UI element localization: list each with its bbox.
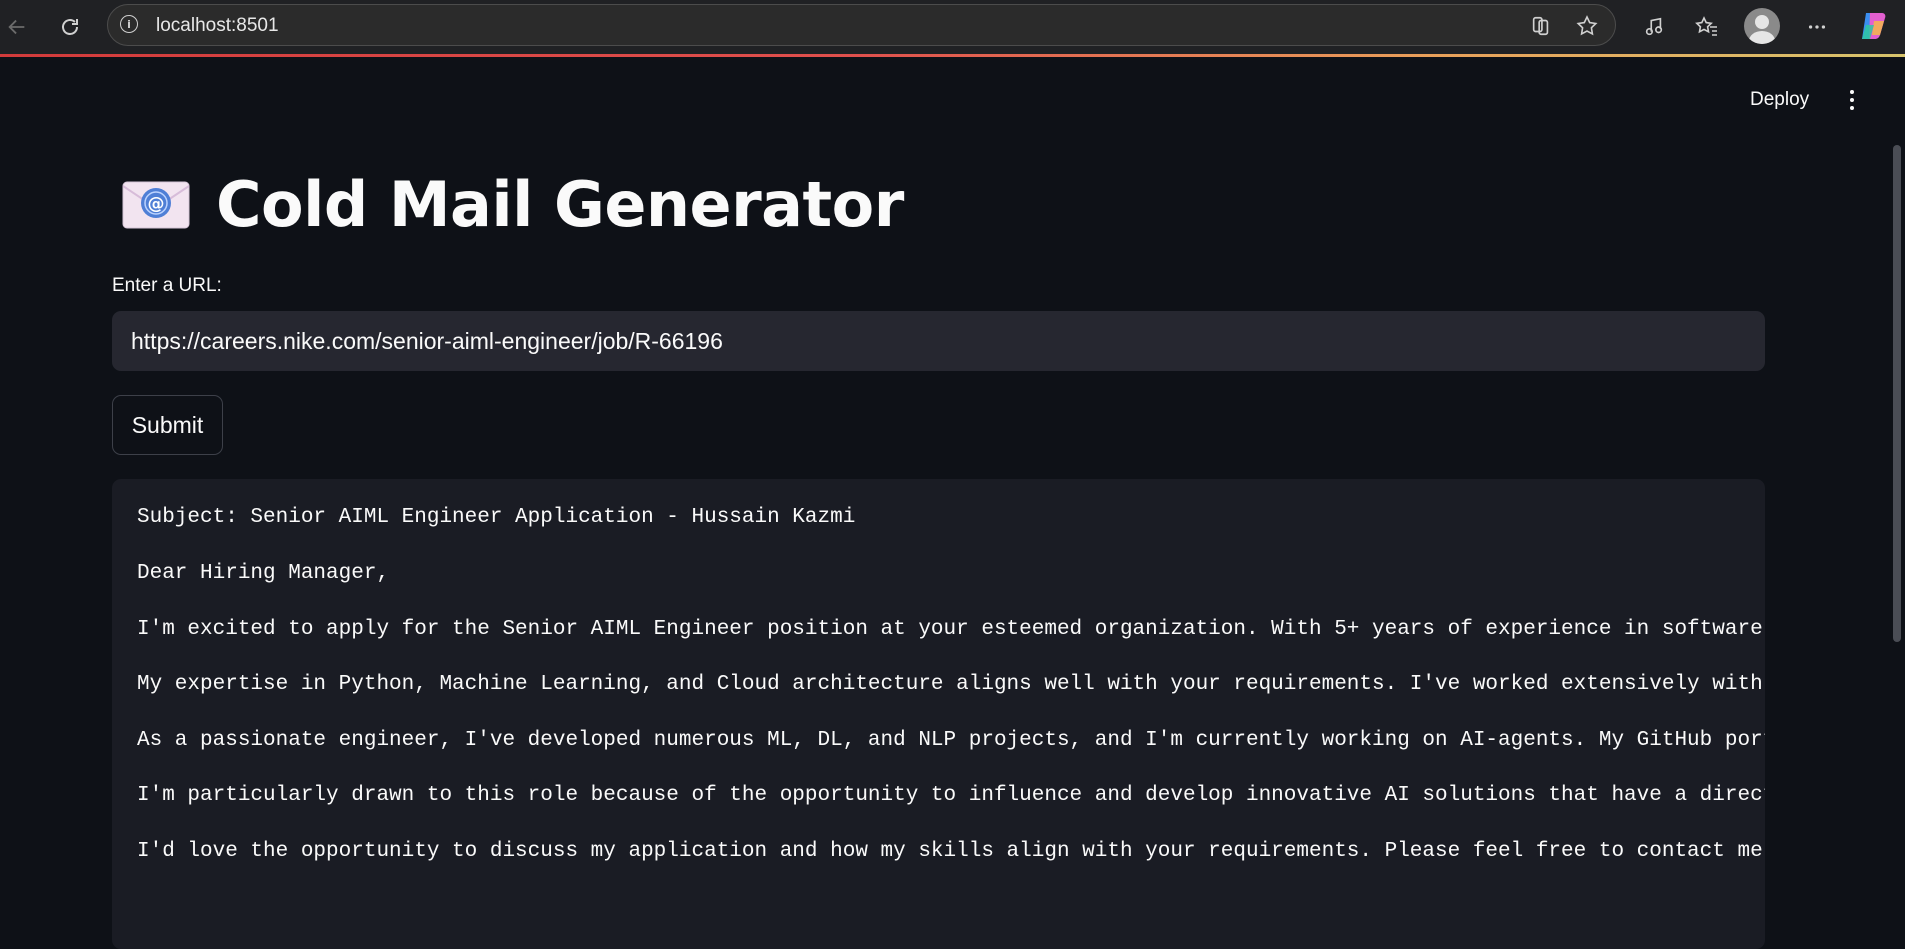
site-info-icon[interactable]: i: [120, 15, 138, 33]
more-options-icon[interactable]: [1800, 10, 1834, 44]
scrollbar-thumb[interactable]: [1893, 145, 1901, 642]
address-url[interactable]: localhost:8501: [156, 15, 279, 37]
profile-avatar-icon[interactable]: [1744, 8, 1780, 44]
deploy-button[interactable]: Deploy: [1740, 84, 1819, 116]
favorites-icon[interactable]: [1690, 10, 1724, 44]
generated-email-codeblock: Subject: Senior AIML Engineer Applicatio…: [112, 479, 1765, 949]
email-line: Dear Hiring Manager,: [137, 562, 390, 585]
read-aloud-icon[interactable]: [1528, 13, 1554, 39]
media-icon[interactable]: [1637, 10, 1671, 44]
main-menu-icon[interactable]: [1838, 84, 1866, 116]
page-title-row: @ Cold Mail Generator: [122, 168, 904, 241]
envelope-icon: @: [122, 179, 190, 231]
email-line: As a passionate engineer, I've developed…: [137, 729, 1765, 752]
url-input[interactable]: [112, 311, 1765, 371]
url-input-label: Enter a URL:: [112, 275, 222, 296]
browser-toolbar: i localhost:8501: [0, 0, 1905, 54]
email-subject-line: Subject: Senior AIML Engineer Applicatio…: [137, 506, 856, 529]
submit-button[interactable]: Submit: [112, 395, 223, 455]
reload-icon[interactable]: [53, 10, 87, 44]
email-line: I'm particularly drawn to this role beca…: [137, 784, 1765, 807]
address-bar[interactable]: i localhost:8501: [107, 4, 1616, 46]
email-line: I'd love the opportunity to discuss my a…: [137, 840, 1763, 863]
svg-text:@: @: [148, 194, 165, 214]
copilot-icon[interactable]: [1856, 9, 1890, 43]
page-title: Cold Mail Generator: [216, 168, 904, 241]
email-line: My expertise in Python, Machine Learning…: [137, 673, 1763, 696]
email-line: I'm excited to apply for the Senior AIML…: [137, 618, 1763, 641]
back-arrow-icon[interactable]: [0, 10, 34, 44]
loading-accent-line: [0, 54, 1905, 57]
favorite-star-icon[interactable]: [1574, 13, 1600, 39]
